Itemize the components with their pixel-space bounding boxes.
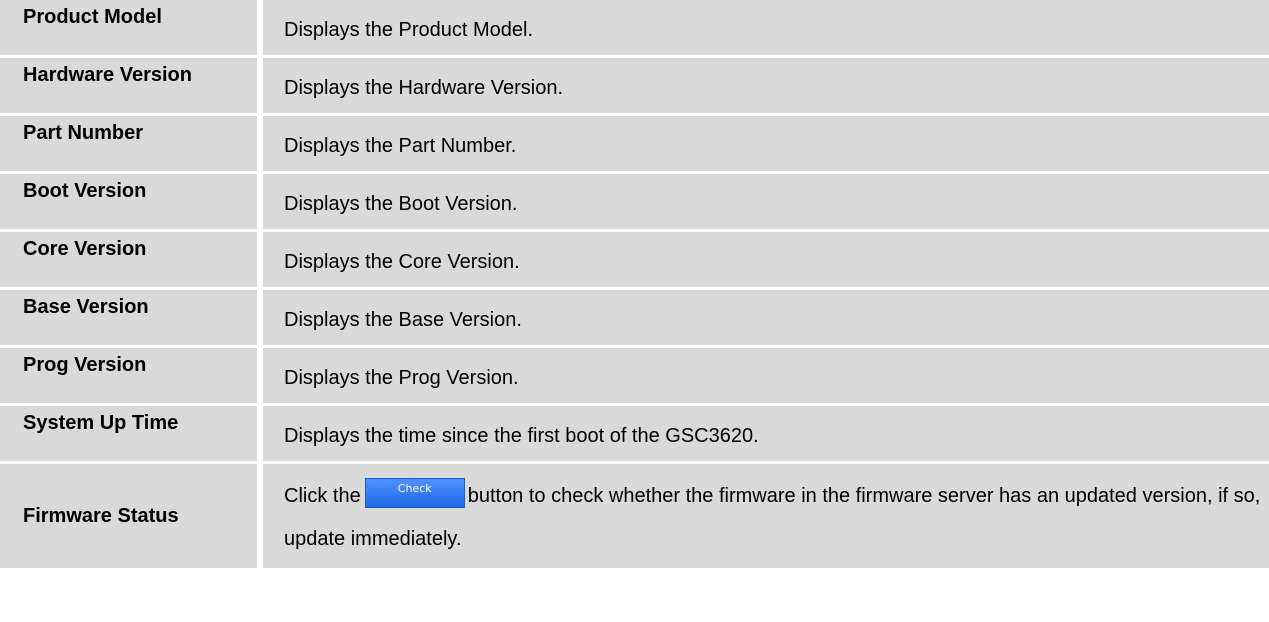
- row-description: Displays the Boot Version.: [263, 174, 1269, 229]
- table-row: Boot Version Displays the Boot Version.: [0, 174, 1269, 232]
- row-label: System Up Time: [0, 406, 257, 461]
- table-row-firmware-status: Firmware Status Click the Check button to …: [0, 464, 1269, 568]
- row-label: Firmware Status: [0, 464, 257, 568]
- row-description: Displays the Product Model.: [263, 0, 1269, 55]
- row-label: Base Version: [0, 290, 257, 345]
- row-label: Product Model: [0, 0, 257, 55]
- table-row: Hardware Version Displays the Hardware V…: [0, 58, 1269, 116]
- row-label: Hardware Version: [0, 58, 257, 113]
- firmware-text-before: Click the: [284, 485, 361, 507]
- row-description: Displays the Base Version.: [263, 290, 1269, 345]
- table-row: Prog Version Displays the Prog Version.: [0, 348, 1269, 406]
- settings-description-table: Product Model Displays the Product Model…: [0, 0, 1269, 568]
- table-row: Core Version Displays the Core Version.: [0, 232, 1269, 290]
- table-row: System Up Time Displays the time since t…: [0, 406, 1269, 464]
- row-description: Click the Check button to check whether th…: [263, 464, 1269, 568]
- row-description: Displays the Part Number.: [263, 116, 1269, 171]
- row-description: Displays the Core Version.: [263, 232, 1269, 287]
- row-description: Displays the time since the first boot o…: [263, 406, 1269, 461]
- row-description: Displays the Hardware Version.: [263, 58, 1269, 113]
- row-label: Boot Version: [0, 174, 257, 229]
- row-label: Part Number: [0, 116, 257, 171]
- table-row: Part Number Displays the Part Number.: [0, 116, 1269, 174]
- row-label: Prog Version: [0, 348, 257, 403]
- table-row: Product Model Displays the Product Model…: [0, 0, 1269, 58]
- row-label: Core Version: [0, 232, 257, 287]
- table-row: Base Version Displays the Base Version.: [0, 290, 1269, 348]
- row-description: Displays the Prog Version.: [263, 348, 1269, 403]
- check-button[interactable]: Check: [364, 477, 465, 508]
